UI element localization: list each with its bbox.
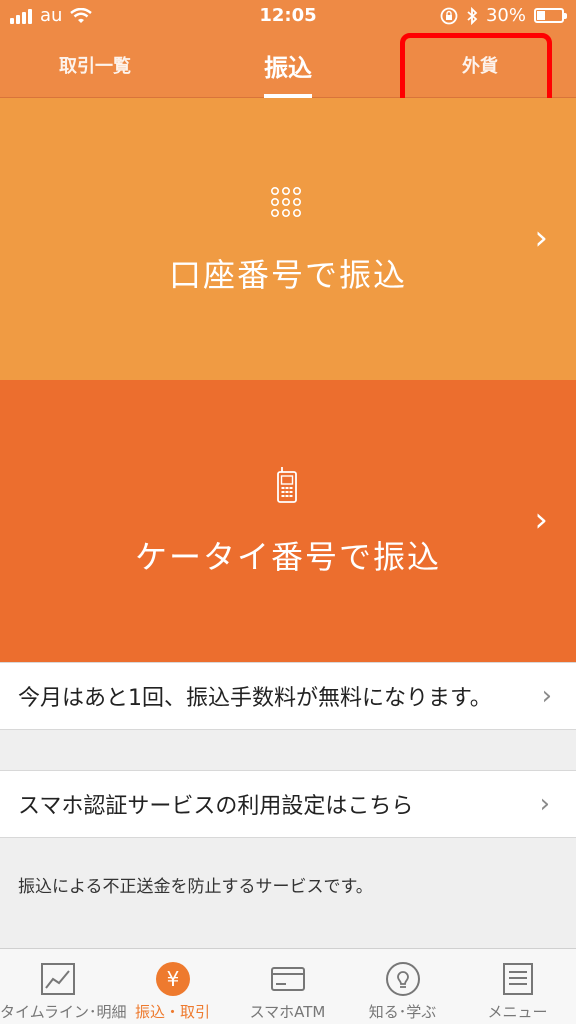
mobile-number-transfer-button[interactable]: ケータイ番号で振込 › (0, 380, 576, 662)
status-right: 30% (440, 5, 567, 26)
tab-label: 取引一覧 (59, 56, 131, 77)
nav-label: 振込・取引 (134, 1003, 210, 1021)
bottom-nav: タイムライン･明細 ¥ 振込・取引 スマホATM 知る･学ぶ メニュー (0, 948, 576, 1024)
nav-label: スマホATM (249, 1003, 326, 1021)
nav-label: メニュー (487, 1003, 548, 1021)
nav-smartphone-atm[interactable]: スマホATM (230, 949, 345, 1024)
mobile-number-transfer-label: ケータイ番号で振込 (134, 538, 441, 576)
chevron-right-icon: › (534, 218, 548, 258)
menu-list-icon (503, 963, 533, 995)
yen-icon: ¥ (156, 962, 190, 996)
chevron-right-icon: › (534, 500, 548, 540)
rotation-lock-icon (440, 7, 458, 24)
card-icon (271, 967, 305, 991)
mobile-phone-icon (277, 467, 297, 503)
nav-timeline[interactable]: タイムライン･明細 (0, 949, 127, 1024)
chart-icon (41, 963, 75, 995)
account-number-transfer-button[interactable]: 口座番号で振込 › (0, 98, 576, 380)
bluetooth-icon (467, 6, 478, 25)
keypad-icon (270, 186, 301, 217)
nav-transfer[interactable]: ¥ 振込・取引 (115, 949, 230, 1024)
chevron-right-icon: › (539, 789, 550, 819)
battery-icon (534, 8, 567, 23)
tab-transfer[interactable]: 振込 (213, 32, 363, 98)
lightbulb-icon (386, 962, 420, 996)
account-number-transfer-label: 口座番号で振込 (168, 256, 407, 294)
svg-text:¥: ¥ (167, 967, 180, 991)
battery-percent: 30% (485, 5, 526, 26)
chevron-right-icon: › (541, 681, 552, 711)
nav-menu[interactable]: メニュー (460, 949, 575, 1024)
nav-learn[interactable]: 知る･学ぶ (345, 949, 460, 1024)
tab-transaction-list[interactable]: 取引一覧 (20, 32, 170, 98)
tab-label: 振込 (264, 53, 312, 82)
auth-setting-label: スマホ認証サービスの利用設定はこちら (18, 794, 414, 819)
auth-setting-row[interactable]: スマホ認証サービスの利用設定はこちら › (0, 770, 576, 838)
nav-label: 知る･学ぶ (368, 1003, 437, 1021)
nav-label: タイムライン･明細 (0, 1003, 127, 1021)
fee-notice-label: 今月はあと1回、振込手数料が無料になります。 (18, 686, 492, 711)
fee-notice-row[interactable]: 今月はあと1回、振込手数料が無料になります。 › (0, 662, 576, 730)
status-bar: au 12:05 30% (0, 0, 576, 32)
fraud-prevention-note: 振込による不正送金を防止するサービスです。 (18, 877, 373, 897)
